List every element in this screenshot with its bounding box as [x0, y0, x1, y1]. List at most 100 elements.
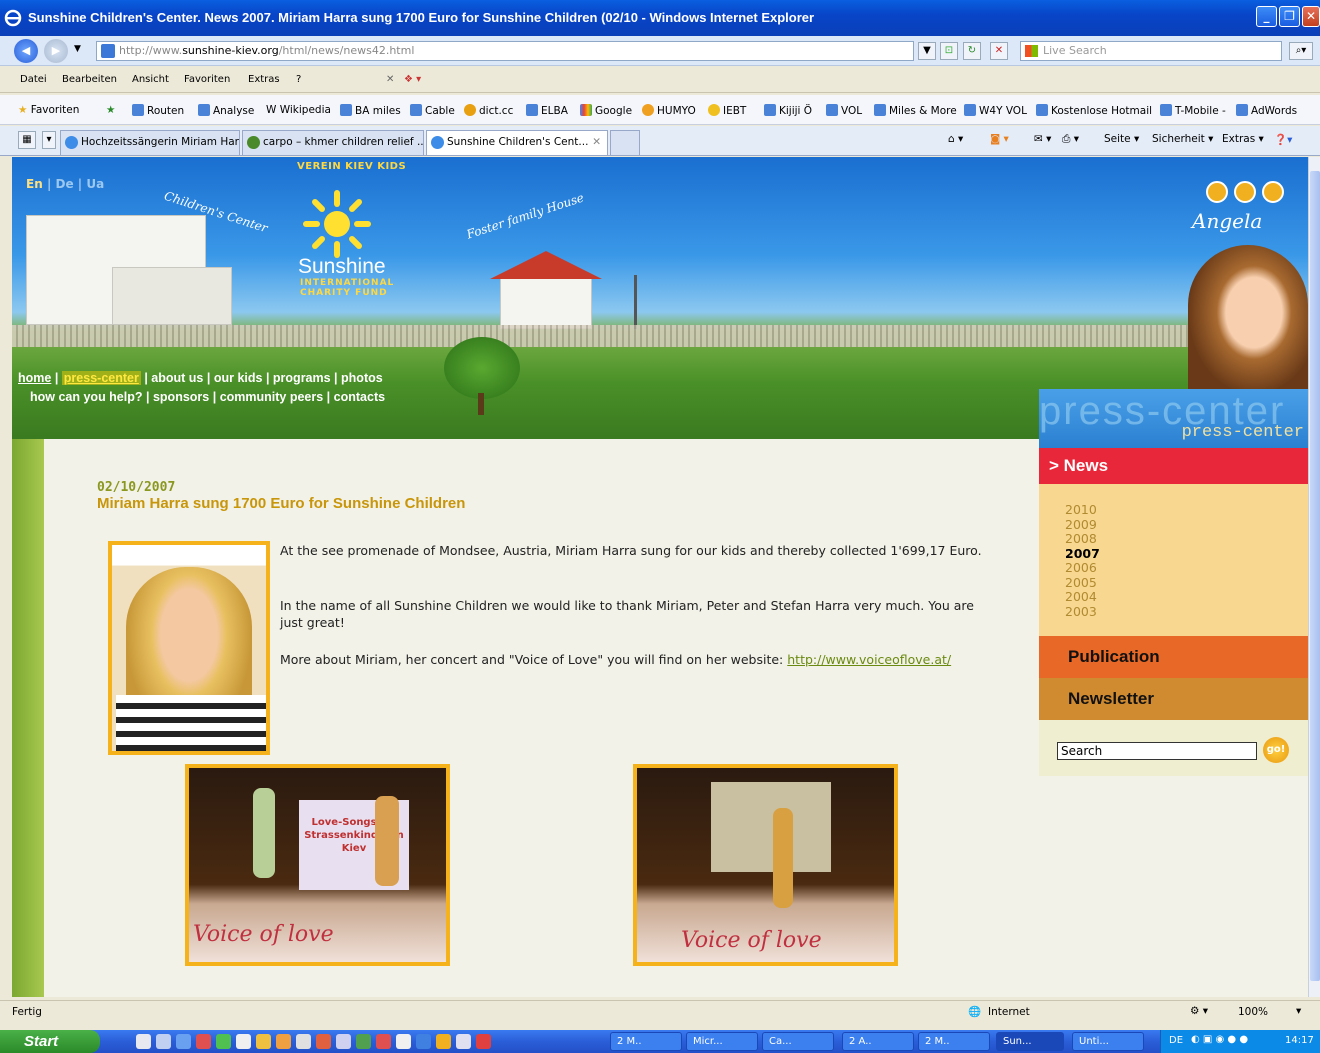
- quicklaunch-icon[interactable]: [156, 1034, 171, 1049]
- quicklaunch-icon[interactable]: [296, 1034, 311, 1049]
- quicklaunch-icon[interactable]: [136, 1034, 151, 1049]
- search-icon[interactable]: [1234, 181, 1256, 203]
- year-2006[interactable]: 2006: [1065, 560, 1308, 576]
- fav-adwords[interactable]: AdWords: [1236, 104, 1297, 117]
- cmd-sicherheit[interactable]: Sicherheit ▾: [1152, 133, 1213, 145]
- quicklaunch-icon[interactable]: [236, 1034, 251, 1049]
- newsletter-link[interactable]: Newsletter: [1039, 678, 1308, 720]
- maximize-button[interactable]: ❐: [1279, 6, 1300, 27]
- news-section-link[interactable]: > News: [1039, 448, 1308, 484]
- fav-miles-more[interactable]: Miles & More: [874, 104, 957, 117]
- nav-about-us[interactable]: about us: [151, 371, 203, 385]
- quicklaunch-icon[interactable]: [436, 1034, 451, 1049]
- toolbar-addon-icon[interactable]: ❖ ▾: [404, 74, 421, 85]
- quicklaunch-icon[interactable]: [456, 1034, 471, 1049]
- fav-elba[interactable]: ELBA: [526, 104, 568, 117]
- zoom-dropdown-icon[interactable]: ▾: [1296, 1005, 1301, 1017]
- mail-icon[interactable]: ✉ ▾: [1034, 133, 1051, 145]
- task-word[interactable]: 2 M..: [918, 1032, 990, 1051]
- quicklaunch-icon[interactable]: [336, 1034, 351, 1049]
- fav-w4y-vol[interactable]: W4Y VOL: [964, 104, 1027, 117]
- start-button[interactable]: Start: [0, 1030, 100, 1053]
- new-tab-button[interactable]: [610, 130, 640, 155]
- help-icon[interactable]: ❓▾: [1274, 133, 1292, 146]
- nav-home[interactable]: home: [18, 371, 51, 385]
- quicklaunch-icon[interactable]: [356, 1034, 371, 1049]
- quicklaunch-icon[interactable]: [196, 1034, 211, 1049]
- quicklaunch-icon[interactable]: [176, 1034, 191, 1049]
- forward-button[interactable]: ▶: [44, 39, 68, 63]
- nav-press-center[interactable]: press-center: [61, 371, 141, 385]
- task-ca[interactable]: Ca...: [762, 1032, 834, 1051]
- home-icon[interactable]: [1206, 181, 1228, 203]
- close-tab-icon[interactable]: ✕: [592, 131, 601, 153]
- fav-routen[interactable]: Routen: [132, 104, 184, 117]
- minimize-button[interactable]: _: [1256, 6, 1277, 27]
- fav-cable[interactable]: Cable: [410, 104, 455, 117]
- tray-icons[interactable]: ◐ ▣ ◉ ● ●: [1191, 1034, 1248, 1045]
- quicklaunch-icon[interactable]: [416, 1034, 431, 1049]
- language-indicator[interactable]: DE: [1169, 1035, 1183, 1046]
- scrollbar-thumb[interactable]: [1310, 171, 1320, 981]
- fav-dict-cc[interactable]: dict.cc: [464, 104, 513, 117]
- year-2008[interactable]: 2008: [1065, 531, 1308, 547]
- year-2010[interactable]: 2010: [1065, 502, 1308, 518]
- year-2009[interactable]: 2009: [1065, 517, 1308, 533]
- year-2004[interactable]: 2004: [1065, 589, 1308, 605]
- tab-sunshine[interactable]: Sunshine Children's Cent... ✕: [426, 130, 608, 155]
- address-field[interactable]: http://www.sunshine-kiev.org/html/news/n…: [96, 41, 914, 61]
- nav-photos[interactable]: photos: [341, 371, 383, 385]
- fav-ba-miles[interactable]: BA miles: [340, 104, 401, 117]
- cmd-extras[interactable]: Extras ▾: [1222, 133, 1264, 145]
- fav-google[interactable]: Google: [580, 104, 632, 117]
- menu-help[interactable]: ?: [296, 74, 301, 85]
- tab-hochzeitssaengerin[interactable]: Hochzeitssängerin Miriam Har...: [60, 130, 240, 155]
- fav-analyse[interactable]: Analyse: [198, 104, 254, 117]
- nav-community-peers[interactable]: community peers: [220, 390, 324, 404]
- tab-carpo[interactable]: carpo – khmer children relief ...: [242, 130, 424, 155]
- address-dropdown-button[interactable]: ▼: [918, 42, 936, 60]
- lang-de[interactable]: De: [56, 177, 74, 191]
- close-toolbar-icon[interactable]: ✕: [386, 74, 394, 85]
- task-acrobat[interactable]: 2 A..: [842, 1032, 914, 1051]
- fav-humyo[interactable]: HUMYO: [642, 104, 696, 117]
- add-favorite-icon[interactable]: ★: [106, 104, 115, 116]
- nav-our-kids[interactable]: our kids: [214, 371, 263, 385]
- year-2005[interactable]: 2005: [1065, 575, 1308, 591]
- nav-how-can-you-help[interactable]: how can you help?: [30, 390, 143, 404]
- menu-bearbeiten[interactable]: Bearbeiten: [62, 74, 117, 85]
- tab-list-icon[interactable]: ▾: [42, 131, 56, 149]
- stop-button[interactable]: ✕: [990, 42, 1008, 60]
- quicklaunch-icon[interactable]: [316, 1034, 331, 1049]
- site-search-input[interactable]: [1057, 742, 1257, 760]
- year-2003[interactable]: 2003: [1065, 604, 1308, 620]
- zoom-level[interactable]: 100%: [1238, 1006, 1268, 1018]
- menu-datei[interactable]: Datei: [20, 74, 47, 85]
- quicklaunch-icon[interactable]: [376, 1034, 391, 1049]
- year-2007[interactable]: 2007: [1065, 546, 1308, 562]
- fav-kijiji[interactable]: Kijiji Ö: [764, 104, 812, 117]
- menu-favoriten[interactable]: Favoriten: [184, 74, 230, 85]
- lang-ua[interactable]: Ua: [86, 177, 104, 191]
- fav-hotmail[interactable]: Kostenlose Hotmail: [1036, 104, 1152, 117]
- close-window-button[interactable]: ✕: [1302, 6, 1320, 27]
- task-outlook[interactable]: 2 M..: [610, 1032, 682, 1051]
- history-dropdown-icon[interactable]: ▼: [74, 44, 81, 54]
- quicklaunch-icon[interactable]: [216, 1034, 231, 1049]
- live-search-input[interactable]: Live Search: [1020, 41, 1282, 61]
- compatibility-icon[interactable]: ⊡: [940, 42, 958, 60]
- feeds-icon[interactable]: ◙ ▾: [990, 133, 1009, 145]
- fav-wikipedia[interactable]: W Wikipedia: [266, 104, 331, 116]
- task-untitled[interactable]: Unti...: [1072, 1032, 1144, 1051]
- search-go-button[interactable]: go!: [1263, 737, 1289, 763]
- print-icon[interactable]: ⎙ ▾: [1062, 133, 1079, 146]
- nav-contacts[interactable]: contacts: [334, 390, 385, 404]
- quicklaunch-icon[interactable]: [396, 1034, 411, 1049]
- fav-tmobile[interactable]: T-Mobile -: [1160, 104, 1226, 117]
- publication-link[interactable]: Publication: [1039, 636, 1308, 678]
- nav-programs[interactable]: programs: [273, 371, 331, 385]
- refresh-button[interactable]: ↻: [963, 42, 981, 60]
- nav-sponsors[interactable]: sponsors: [153, 390, 209, 404]
- menu-extras[interactable]: Extras: [248, 74, 280, 85]
- vertical-scrollbar[interactable]: [1308, 157, 1320, 997]
